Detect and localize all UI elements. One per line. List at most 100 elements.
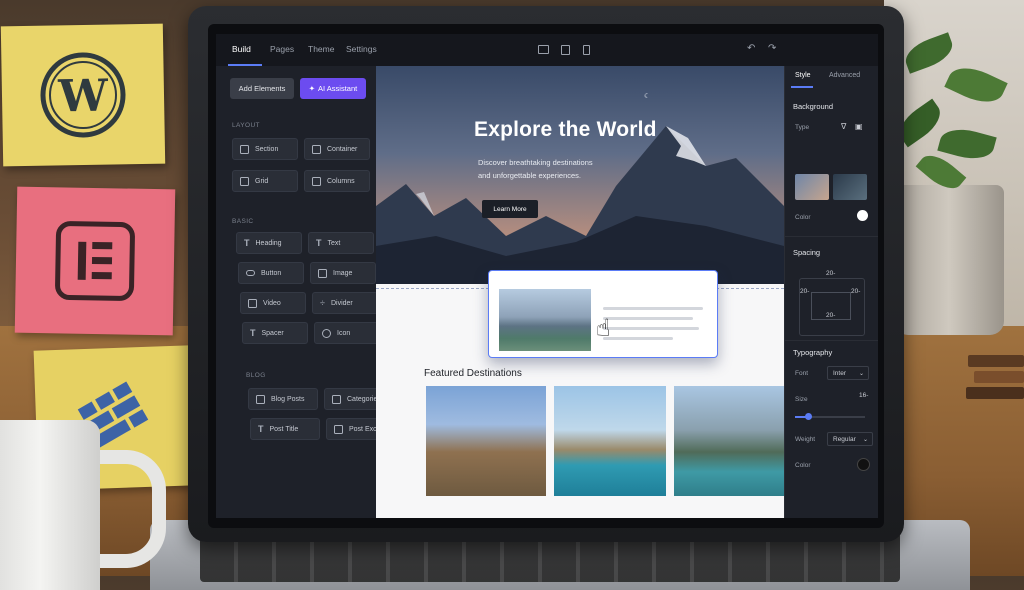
element-button[interactable]: Button [238, 262, 304, 284]
font-label: Font [795, 370, 809, 377]
image-type-icon[interactable]: ▣ [855, 122, 863, 131]
element-columns[interactable]: Columns [304, 170, 370, 192]
book-stack [964, 345, 1024, 415]
ai-assistant-button[interactable]: ✦ AI Assistant [300, 78, 366, 99]
sticky-note-elementor [14, 186, 176, 336]
weight-label: Weight [795, 436, 816, 443]
desktop-icon[interactable] [538, 45, 549, 54]
destination-card-castle[interactable] [426, 386, 546, 496]
style-tab-indicator [791, 86, 813, 88]
background-image-swatch[interactable] [795, 174, 829, 200]
sticky-note-wordpress: W [0, 23, 166, 167]
spacing-heading: Spacing [793, 248, 821, 257]
card-text-line [603, 317, 693, 320]
sparkle-icon: ✦ [308, 84, 316, 93]
element-section[interactable]: Section [232, 138, 298, 160]
element-video[interactable]: Video [240, 292, 306, 314]
card-text-line [603, 307, 703, 310]
mobile-icon[interactable] [583, 45, 590, 55]
blog-posts-icon [256, 394, 265, 404]
background-heading: Background [793, 102, 834, 111]
element-container[interactable]: Container [304, 138, 370, 160]
blog-section-label: BLOG [246, 372, 266, 379]
add-elements-button[interactable]: Add Elements [230, 78, 294, 99]
gradient-type-icon[interactable]: ∇ [841, 122, 846, 131]
image-icon [318, 268, 327, 278]
hand-cursor-icon: ☝ [596, 315, 611, 342]
heading-icon: T [244, 238, 250, 248]
post-title-icon: T [258, 424, 264, 434]
font-select[interactable]: Inter ⌄ [827, 366, 869, 380]
chevron-down-icon: ⌄ [862, 436, 868, 443]
tab-advanced[interactable]: Advanced [829, 72, 860, 79]
tab-build[interactable]: Build [232, 44, 251, 54]
button-icon [246, 270, 255, 276]
page-canvas[interactable]: ☾ Explore the World Discover breathtakin… [376, 66, 784, 518]
tab-settings[interactable]: Settings [346, 44, 377, 54]
destination-card-coast[interactable] [554, 386, 666, 496]
background-image-swatch-alt[interactable] [833, 174, 867, 200]
learn-more-button[interactable]: Learn More [482, 200, 538, 218]
panel-divider [785, 236, 878, 237]
element-blog-posts[interactable]: Blog Posts [248, 388, 318, 410]
element-divider[interactable]: ÷ Divider [312, 292, 378, 314]
top-bar: Build Pages Theme Settings ↶ ↷ [216, 34, 878, 67]
tab-theme[interactable]: Theme [308, 44, 334, 54]
size-slider-handle[interactable] [805, 413, 812, 420]
typography-heading: Typography [793, 348, 833, 357]
background-color-picker[interactable] [857, 210, 868, 221]
element-post-title[interactable]: T Post Title [250, 418, 320, 440]
element-text[interactable]: T Text [308, 232, 374, 254]
card-text-line [603, 327, 699, 330]
grid-icon [240, 176, 249, 186]
mug-handle [92, 450, 166, 568]
style-panel: Style Advanced Background Type ∇ ▣ Color… [784, 66, 878, 518]
layout-section-label: LAYOUT [232, 122, 260, 129]
plant-pot [894, 185, 1004, 335]
elements-panel: Add Elements ✦ AI Assistant LAYOUT Secti… [216, 66, 392, 518]
undo-icon[interactable]: ↶ [747, 43, 755, 54]
hero-subtitle[interactable]: Discover breathtaking destinations and u… [478, 156, 658, 182]
text-color-picker[interactable] [857, 458, 870, 471]
element-image[interactable]: Image [310, 262, 376, 284]
redo-icon[interactable]: ↷ [768, 43, 776, 54]
hero-title[interactable]: Explore the World [474, 118, 657, 142]
size-value[interactable]: 16- [859, 392, 868, 399]
spacer-icon: T [250, 328, 256, 338]
destination-card-lake[interactable] [674, 386, 784, 496]
builder-app-window: Build Pages Theme Settings ↶ ↷ Add Eleme… [216, 34, 878, 518]
moon-icon: ☾ [644, 93, 651, 100]
card-text-line [603, 337, 673, 340]
weight-select[interactable]: Regular ⌄ [827, 432, 873, 446]
spacing-left-value[interactable]: 20- [800, 288, 809, 295]
elementor-logo-icon [55, 221, 135, 301]
tab-pages[interactable]: Pages [270, 44, 294, 54]
element-grid[interactable]: Grid [232, 170, 298, 192]
icon-element-icon [322, 328, 331, 338]
wordpress-logo-icon: W [40, 52, 126, 138]
hero-section[interactable]: ☾ Explore the World Discover breathtakin… [376, 66, 784, 284]
section-icon [240, 144, 249, 154]
container-icon [312, 144, 321, 154]
chevron-down-icon: ⌄ [858, 370, 864, 377]
divider-icon: ÷ [320, 298, 325, 308]
basic-section-label: BASIC [232, 218, 254, 225]
element-heading[interactable]: T Heading [236, 232, 302, 254]
panel-divider [785, 340, 878, 341]
tablet-icon[interactable] [561, 45, 570, 55]
coffee-mug [0, 420, 100, 590]
tab-style[interactable]: Style [795, 72, 811, 79]
type-label: Type [795, 124, 810, 131]
spacing-top-value[interactable]: 20- [826, 270, 835, 277]
background-color-label: Color [795, 214, 811, 221]
video-icon [248, 298, 257, 308]
spacing-bottom-value[interactable]: 20- [826, 312, 835, 319]
svg-text:W: W [57, 71, 109, 123]
text-icon: T [316, 238, 322, 248]
element-spacer[interactable]: T Spacer [242, 322, 308, 344]
spacing-right-value[interactable]: 20- [851, 288, 860, 295]
post-excerpt-icon [334, 424, 343, 434]
featured-destinations-heading[interactable]: Featured Destinations [424, 368, 522, 379]
element-icon[interactable]: Icon [314, 322, 380, 344]
columns-icon [312, 176, 321, 186]
